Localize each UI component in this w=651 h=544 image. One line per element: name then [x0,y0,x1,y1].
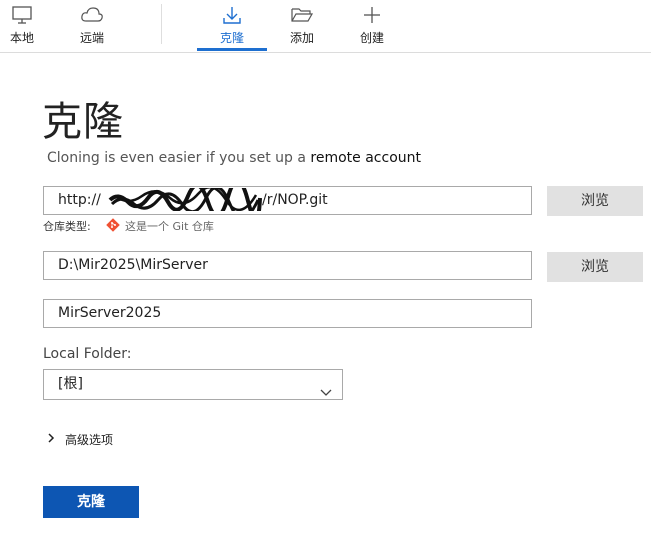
repo-url-prefix: http:// [58,192,101,208]
tab-clone-label: 克隆 [219,31,244,45]
local-folder-label: Local Folder: [43,346,132,362]
tab-clone[interactable]: 克隆 [204,0,260,50]
clone-button[interactable]: 克隆 [43,486,139,518]
repo-type-hint-text: 这是一个 Git 仓库 [125,220,214,233]
tab-add[interactable]: 添加 [274,0,330,50]
active-tab-indicator [197,48,267,51]
advanced-options-label: 高级选项 [65,432,114,447]
git-icon [106,217,120,235]
folder-open-icon [290,5,314,25]
tab-add-label: 添加 [289,31,314,45]
repo-type-hint: 这是一个 Git 仓库 [106,217,214,235]
tab-remote[interactable]: 远端 [64,0,120,50]
repo-url-suffix: /r/NOP.git [262,192,328,208]
remote-account-link[interactable]: remote account [310,150,421,166]
local-folder-selected: [根] [58,376,83,392]
local-folder-select[interactable]: [根] [43,369,343,400]
page-subtitle: Cloning is even easier if you set up a r… [47,150,421,166]
cloud-icon [80,5,104,25]
chevron-down-icon [320,379,332,408]
page-title: 克隆 [42,99,124,145]
tab-local[interactable]: 本地 [0,0,50,50]
browse-path-button[interactable]: 浏览 [547,252,643,282]
tab-remote-label: 远端 [79,31,104,45]
local-path-input[interactable]: D:\Mir2025\MirServer [43,251,532,280]
repo-type-label: 仓库类型: [43,220,91,233]
redacted-scribble [108,188,262,211]
tab-create-label: 创建 [359,31,384,45]
subtitle-text: Cloning is even easier if you set up a [47,150,306,166]
chevron-right-icon [47,432,55,446]
browse-url-button[interactable]: 浏览 [547,186,643,216]
plus-icon [362,5,382,25]
tab-create[interactable]: 创建 [344,0,400,50]
monitor-icon [11,5,33,25]
tab-local-label: 本地 [9,31,34,45]
toolbar-separator [161,4,162,44]
advanced-options-toggle[interactable]: 高级选项 [47,429,113,449]
toolbar: 本地 远端 克隆 添加 创建 [0,0,651,53]
download-icon [221,5,243,25]
repo-name-input[interactable]: MirServer2025 [43,299,532,328]
